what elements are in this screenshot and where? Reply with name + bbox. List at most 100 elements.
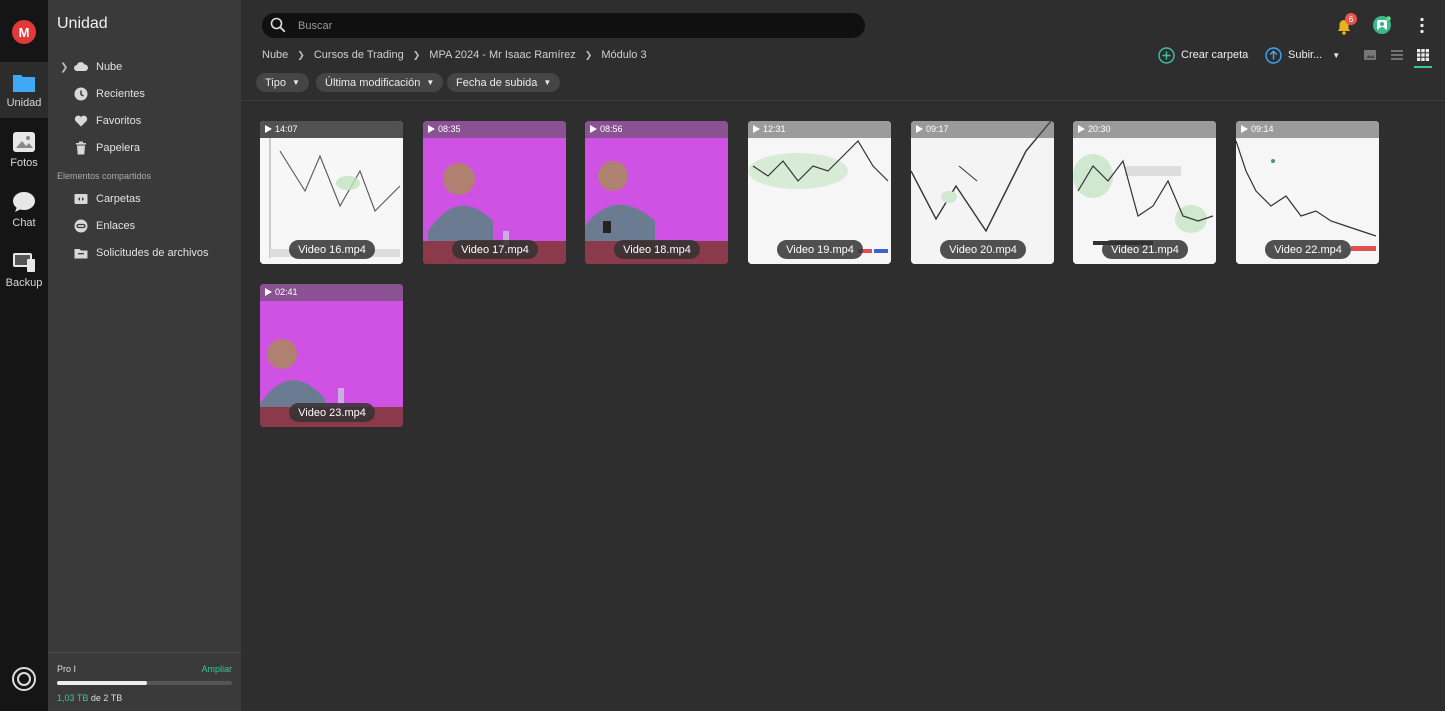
storage-panel: Pro I Ampliar 1,03 TB de 2 TB <box>48 652 241 711</box>
rail-item-label: Fotos <box>10 157 38 169</box>
video-duration: 12:31 <box>763 124 786 134</box>
more-vertical-icon[interactable] <box>1412 16 1432 36</box>
rail-item-fotos[interactable]: Fotos <box>0 122 48 178</box>
file-tile[interactable]: 14:07 Video 16.mp4 <box>260 121 403 264</box>
rail-item-unidad[interactable]: Unidad <box>0 62 48 118</box>
file-tile[interactable]: 08:56 Video 18.mp4 <box>585 121 728 264</box>
file-name: Video 21.mp4 <box>1102 240 1188 259</box>
chevron-right-icon[interactable]: ❯ <box>60 62 68 73</box>
cloud-icon <box>74 62 88 71</box>
rail-item-backup[interactable]: Backup <box>0 242 48 298</box>
chevron-right-icon: ❯ <box>412 49 421 60</box>
breadcrumb-item[interactable]: Cursos de Trading <box>314 49 404 61</box>
chevron-down-icon: ▼ <box>292 78 300 87</box>
chevron-down-icon: ▼ <box>426 78 435 87</box>
media-view-icon[interactable] <box>1363 48 1377 62</box>
filter-ultima-modificacion[interactable]: Última modificación ▼ <box>316 73 444 92</box>
play-icon <box>428 125 435 133</box>
breadcrumb-item[interactable]: MPA 2024 - Mr Isaac Ramírez <box>429 49 576 61</box>
avatar[interactable] <box>1372 15 1392 35</box>
sidebar-item-label: Solicitudes de archivos <box>96 247 209 259</box>
video-duration: 09:17 <box>926 124 949 134</box>
search-input[interactable] <box>298 17 838 34</box>
play-icon <box>916 125 923 133</box>
file-tile[interactable]: 20:30 Video 21.mp4 <box>1073 121 1216 264</box>
play-icon <box>265 288 272 296</box>
filter-fecha-subida[interactable]: Fecha de subida ▼ <box>447 73 561 92</box>
rail-item-label: Chat <box>12 217 36 229</box>
video-duration: 02:41 <box>275 287 298 297</box>
sidebar-item-nube[interactable]: ❯ Nube <box>48 55 241 79</box>
backup-icon <box>13 253 35 272</box>
sidebar-title: Unidad <box>57 15 108 32</box>
play-icon <box>1241 125 1248 133</box>
sidebar-item-solicitudes[interactable]: Solicitudes de archivos <box>48 241 241 265</box>
chevron-right-icon: ❯ <box>297 49 305 60</box>
grid-view-icon[interactable] <box>1416 48 1430 62</box>
divider <box>241 100 1445 101</box>
chevron-down-icon[interactable]: ▼ <box>1332 51 1340 60</box>
rail-item-label: Backup <box>5 277 43 289</box>
sidebar-item-label: Enlaces <box>96 220 136 232</box>
play-icon <box>753 125 760 133</box>
rail-item-label: Unidad <box>6 97 42 109</box>
search-bar[interactable] <box>262 13 865 38</box>
file-name: Video 18.mp4 <box>614 240 700 259</box>
link-icon <box>74 219 88 233</box>
filter-label: Última modificación <box>325 76 421 89</box>
file-tile[interactable]: 12:31 Video 19.mp4 <box>748 121 891 264</box>
plus-circle-icon <box>1158 46 1175 64</box>
chevron-right-icon: ❯ <box>584 49 593 60</box>
filter-label: Tipo <box>265 76 286 89</box>
app-rail: M Unidad Fotos Chat Backup <box>0 0 48 711</box>
photo-icon <box>13 132 35 152</box>
sidebar-item-label: Favoritos <box>96 115 142 127</box>
file-tile[interactable]: 02:41 Video 23.mp4 <box>260 284 403 427</box>
sidebar-item-papelera[interactable]: Papelera <box>48 136 241 160</box>
file-tile[interactable]: 09:14 Video 22.mp4 <box>1236 121 1379 264</box>
shared-folder-icon <box>74 194 88 204</box>
list-view-icon[interactable] <box>1390 48 1404 62</box>
storage-used: 1,03 TB <box>57 693 89 703</box>
shared-section-heading: Elementos compartidos <box>57 171 152 181</box>
storage-bar <box>57 681 232 685</box>
folder-icon <box>13 75 35 92</box>
sidebar-item-enlaces[interactable]: Enlaces <box>48 214 241 238</box>
upload-icon <box>1265 46 1282 64</box>
breadcrumb: Nube ❯ Cursos de Trading ❯ MPA 2024 - Mr… <box>262 48 647 62</box>
sidebar-item-carpetas[interactable]: Carpetas <box>48 187 241 211</box>
notification-badge: 6 <box>1345 13 1357 25</box>
mega-logo[interactable]: M <box>12 20 36 44</box>
storage-total: de 2 TB <box>88 693 123 703</box>
storage-bar-fill <box>57 681 148 685</box>
file-name: Video 19.mp4 <box>777 240 863 259</box>
file-name: Video 23.mp4 <box>289 403 375 422</box>
file-tile[interactable]: 08:35 Video 17.mp4 <box>423 121 566 264</box>
sidebar: Unidad ❯ Nube Recientes Favoritos Papele… <box>48 0 241 711</box>
sidebar-item-recientes[interactable]: Recientes <box>48 82 241 106</box>
file-tile[interactable]: 09:17 Video 20.mp4 <box>911 121 1054 264</box>
plan-name: Pro I <box>57 664 77 674</box>
upgrade-link[interactable]: Ampliar <box>201 664 232 674</box>
sidebar-item-label: Carpetas <box>96 193 141 205</box>
play-icon <box>1078 125 1085 133</box>
play-icon <box>590 125 597 133</box>
sidebar-item-favoritos[interactable]: Favoritos <box>48 109 241 133</box>
video-duration: 14:07 <box>275 124 298 134</box>
filter-tipo[interactable]: Tipo ▼ <box>256 73 309 92</box>
sidebar-item-label: Nube <box>96 61 123 73</box>
create-folder-label: Crear carpeta <box>1181 49 1249 61</box>
file-name: Video 16.mp4 <box>289 240 375 259</box>
create-folder-button[interactable]: Crear carpeta <box>1158 46 1248 64</box>
video-duration: 08:35 <box>438 124 461 134</box>
breadcrumb-item[interactable]: Nube <box>262 49 288 61</box>
video-duration: 09:14 <box>1251 124 1274 134</box>
video-duration: 08:56 <box>600 124 623 134</box>
file-name: Video 17.mp4 <box>452 240 538 259</box>
rail-item-chat[interactable]: Chat <box>0 182 48 238</box>
trash-icon <box>76 141 86 155</box>
transfer-manager-icon[interactable] <box>12 667 36 691</box>
sidebar-item-label: Recientes <box>96 88 145 100</box>
filter-label: Fecha de subida <box>456 76 538 89</box>
upload-button[interactable]: Subir... ▼ <box>1265 46 1340 64</box>
